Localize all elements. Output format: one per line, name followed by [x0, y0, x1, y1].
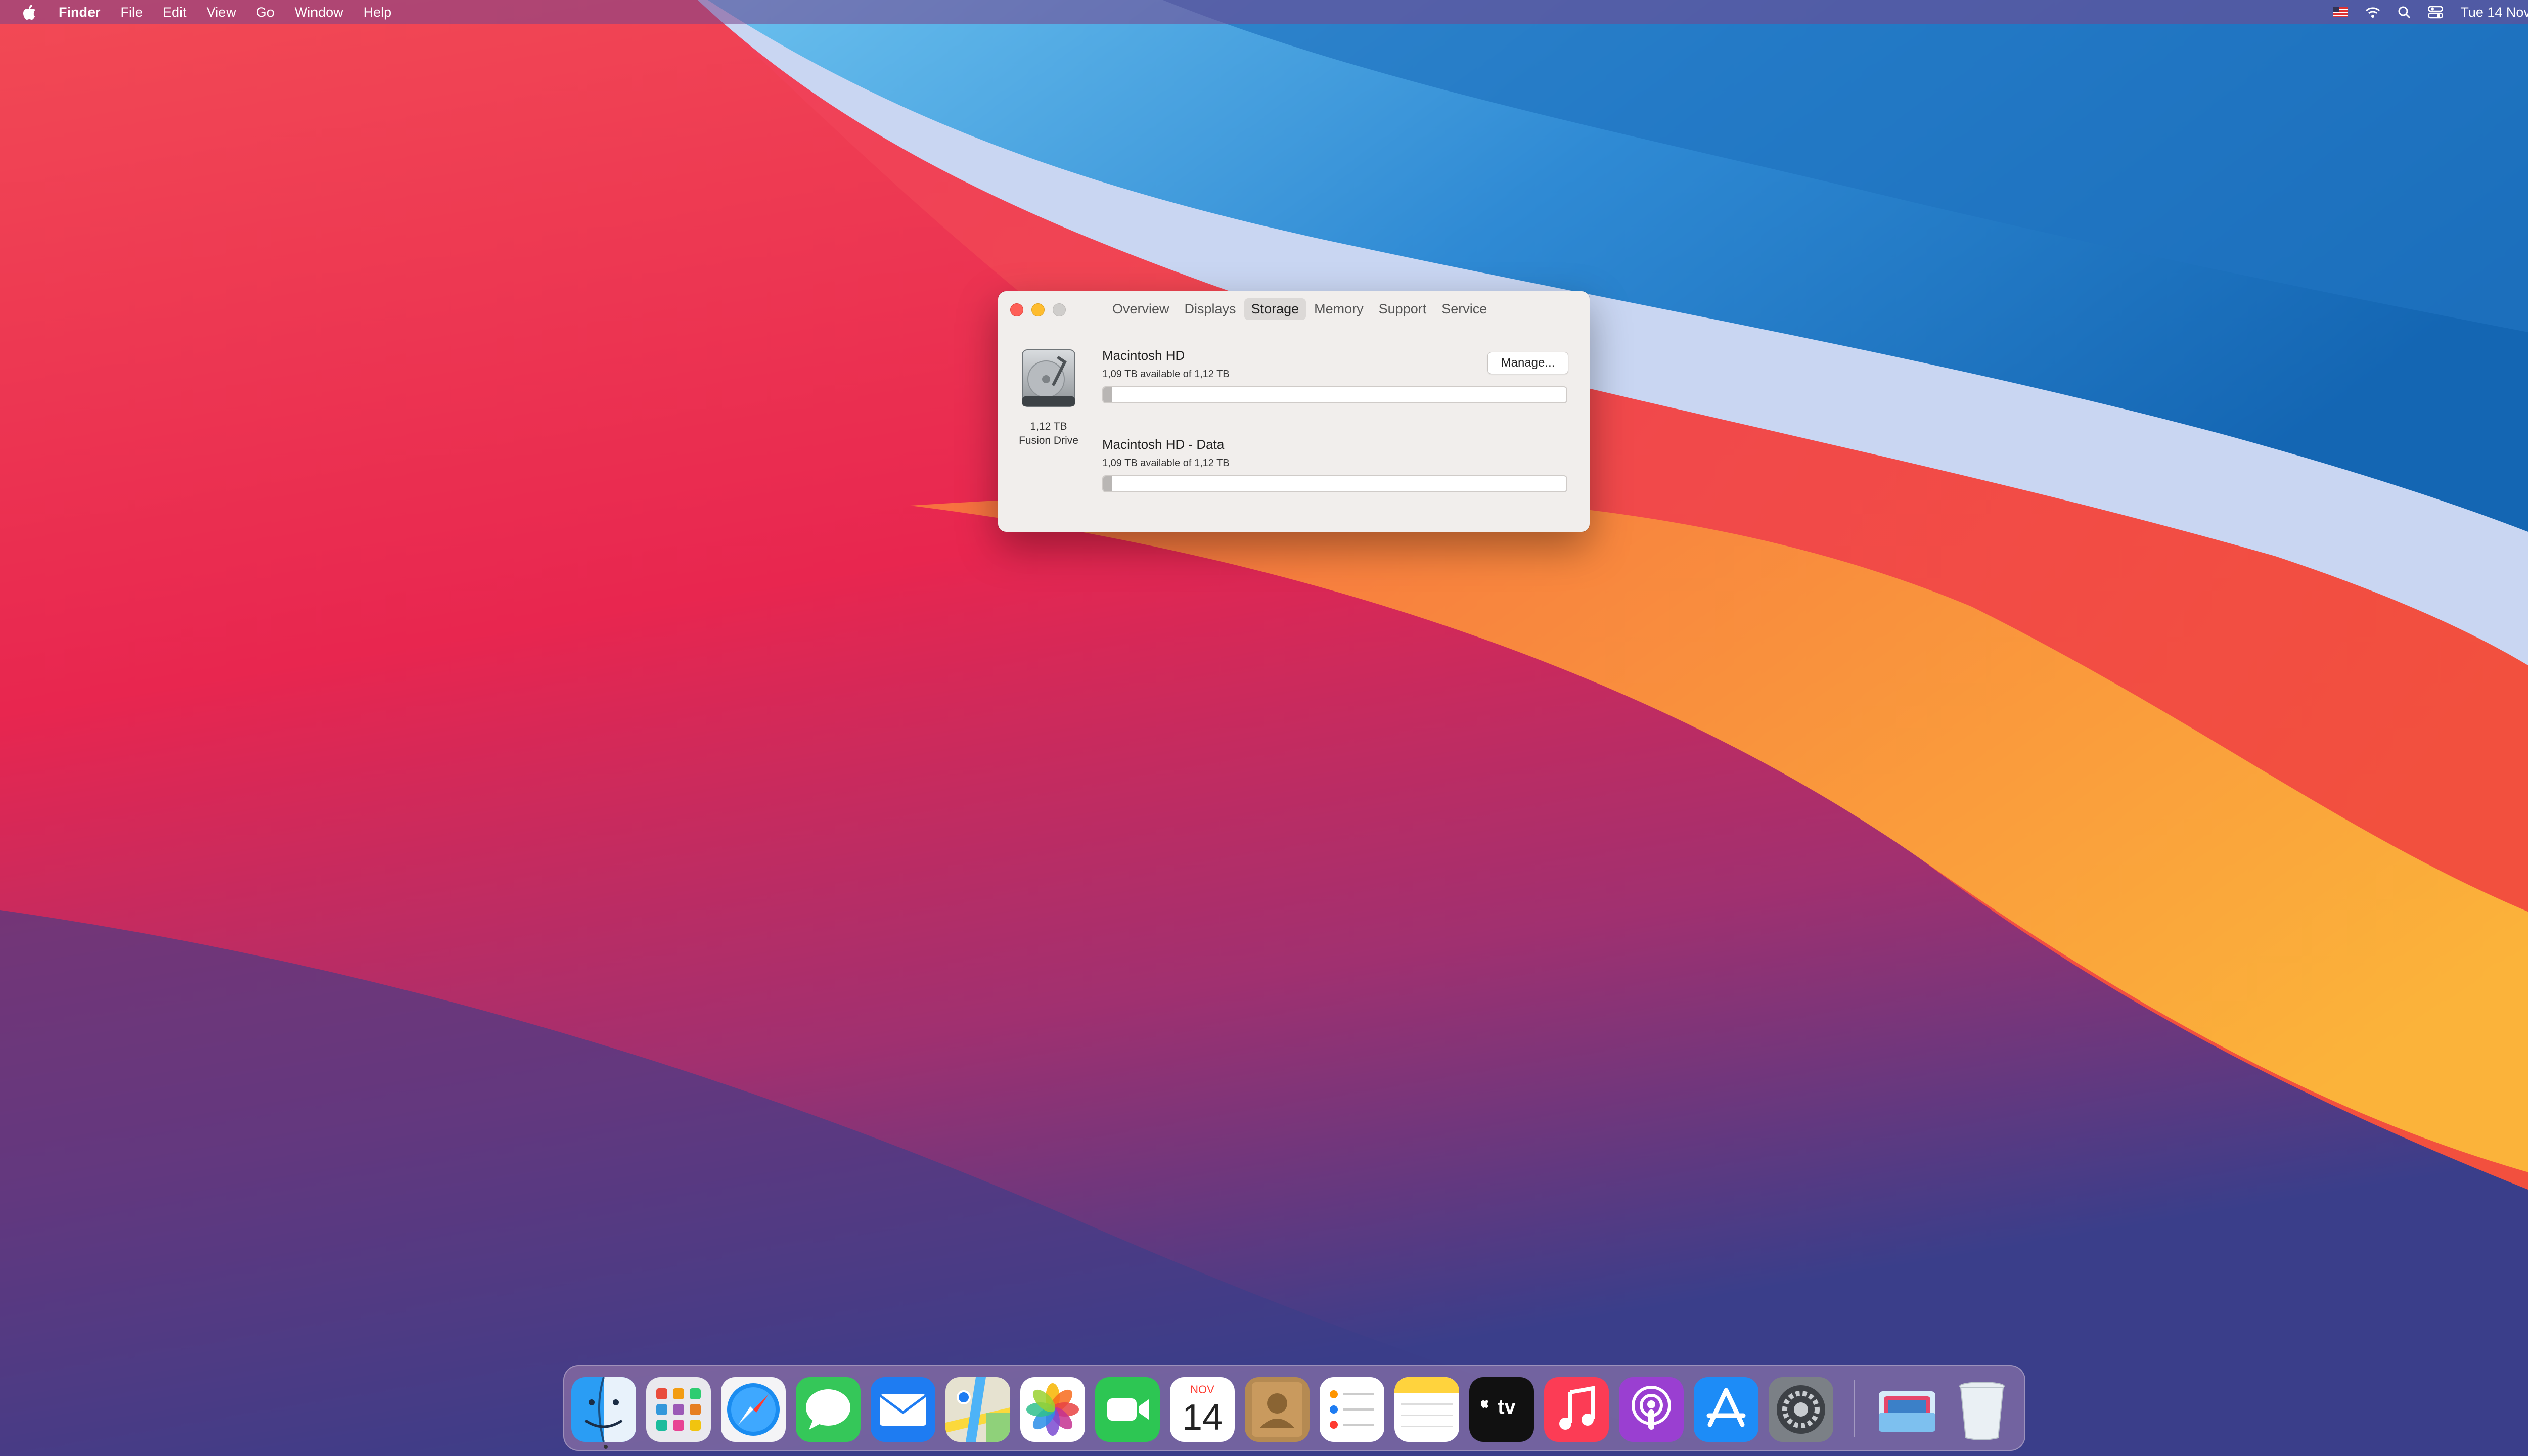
manage-button[interactable]: Manage... — [1487, 352, 1568, 374]
window-controls — [1010, 303, 1074, 316]
tab-bar: Overview Displays Storage Memory Support… — [1105, 298, 1495, 320]
storage-usage-bar — [1102, 386, 1567, 403]
disk-capacity: 1,12 TB — [1030, 421, 1067, 432]
podcasts-icon[interactable] — [1619, 1377, 1684, 1442]
disk-type: Fusion Drive — [1019, 435, 1078, 446]
dock-separator — [1854, 1380, 1855, 1437]
launchpad-icon[interactable] — [646, 1377, 711, 1442]
hard-drive-icon — [1018, 348, 1079, 408]
calendar-day: 14 — [1182, 1397, 1223, 1438]
tab-overview[interactable]: Overview — [1105, 298, 1177, 320]
menu-bar: Finder File Edit View Go Window Help Tue… — [0, 0, 2528, 24]
tab-support[interactable]: Support — [1372, 298, 1434, 320]
tab-memory[interactable]: Memory — [1307, 298, 1371, 320]
storage-usage-bar — [1102, 475, 1567, 492]
close-button[interactable] — [1010, 303, 1023, 316]
menu-edit[interactable]: Edit — [163, 5, 187, 20]
facetime-icon[interactable] — [1095, 1377, 1160, 1442]
control-center-icon[interactable] — [2428, 6, 2444, 19]
tab-service[interactable]: Service — [1434, 298, 1494, 320]
volume-macintosh-hd-data: Macintosh HD - Data 1,09 TB available of… — [1102, 437, 1567, 492]
volume-available: 1,09 TB available of 1,12 TB — [1102, 458, 1230, 469]
minimize-button[interactable] — [1031, 303, 1045, 316]
window-titlebar: Overview Displays Storage Memory Support… — [998, 291, 1590, 328]
storage-usage-fill — [1103, 476, 1113, 491]
tv-label: tv — [1498, 1396, 1516, 1418]
notes-icon[interactable] — [1394, 1377, 1459, 1442]
trash-icon[interactable] — [1950, 1377, 2014, 1442]
menu-view[interactable]: View — [207, 5, 236, 20]
reminders-icon[interactable] — [1320, 1377, 1384, 1442]
spotlight-search-icon[interactable] — [2398, 6, 2411, 19]
safari-icon[interactable] — [721, 1377, 786, 1442]
music-icon[interactable] — [1544, 1377, 1609, 1442]
downloads-stack-icon[interactable] — [1875, 1377, 1939, 1442]
system-preferences-icon[interactable] — [1769, 1377, 1833, 1442]
tab-storage[interactable]: Storage — [1244, 298, 1306, 320]
volume-name: Macintosh HD - Data — [1102, 437, 1225, 452]
finder-icon[interactable] — [571, 1377, 636, 1442]
disk-caption: 1,12 TB Fusion Drive — [1008, 420, 1089, 448]
running-indicator — [604, 1445, 608, 1449]
menu-bar-clock[interactable]: Tue 14 Nov 09:37 — [2460, 5, 2528, 20]
menu-app-finder[interactable]: Finder — [59, 5, 101, 20]
calendar-month: NOV — [1190, 1383, 1214, 1396]
maps-icon[interactable] — [945, 1377, 1010, 1442]
dock: NOV 14 tv — [563, 1365, 2025, 1451]
menu-window[interactable]: Window — [295, 5, 343, 20]
storage-usage-fill — [1103, 387, 1113, 402]
tab-displays[interactable]: Displays — [1178, 298, 1243, 320]
app-store-icon[interactable] — [1694, 1377, 1758, 1442]
zoom-button[interactable] — [1053, 303, 1066, 316]
desktop-wallpaper — [0, 0, 2528, 1456]
apple-menu-icon[interactable] — [20, 2, 38, 22]
messages-icon[interactable] — [796, 1377, 861, 1442]
calendar-icon[interactable]: NOV 14 — [1170, 1377, 1235, 1442]
apple-tv-icon[interactable]: tv — [1469, 1377, 1534, 1442]
contacts-icon[interactable] — [1245, 1377, 1310, 1442]
menu-go[interactable]: Go — [256, 5, 275, 20]
about-this-mac-window: Overview Displays Storage Memory Support… — [998, 291, 1590, 532]
flag-us-icon[interactable] — [2333, 7, 2349, 17]
wifi-icon[interactable] — [2365, 6, 2380, 18]
mail-icon[interactable] — [871, 1377, 935, 1442]
photos-icon[interactable] — [1020, 1377, 1085, 1442]
menu-help[interactable]: Help — [364, 5, 392, 20]
menu-file[interactable]: File — [121, 5, 143, 20]
